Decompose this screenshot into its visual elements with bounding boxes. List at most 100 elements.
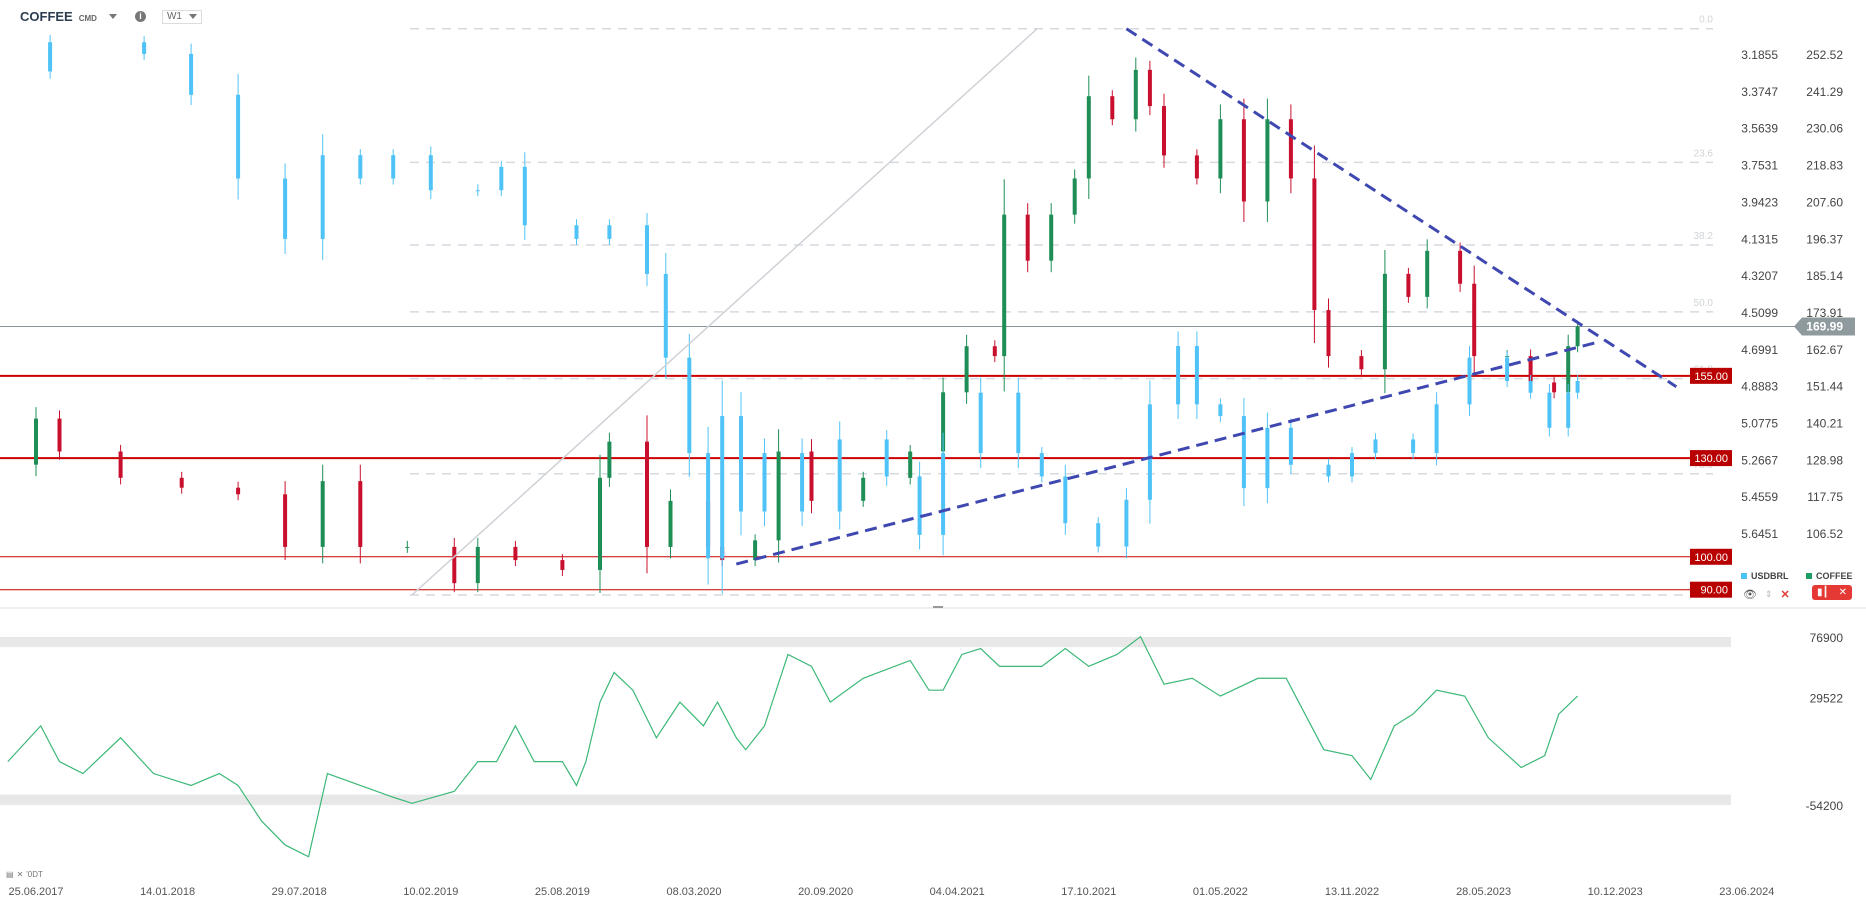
usdbrl-candle — [720, 416, 725, 559]
usdbrl-candle — [1194, 345, 1199, 405]
usdbrl-candle — [48, 42, 53, 72]
usdbrl-candle — [1434, 404, 1439, 454]
coffee-candle — [452, 546, 457, 584]
usdbrl-axis-tick: 5.6451 — [1741, 527, 1778, 541]
usdbrl-candle — [1039, 453, 1044, 477]
coffee-axis-tick: 173.91 — [1806, 306, 1843, 320]
coffee-candle — [1049, 214, 1054, 261]
usdbrl-controls: 👁 ⇕ ✕ — [1743, 588, 1790, 601]
usdbrl-candle — [762, 453, 767, 512]
bottom-toolbar-label: '0DT — [26, 870, 43, 879]
horizontal-line-label: 130.00 — [1694, 453, 1728, 465]
close-icon[interactable]: ✕ — [17, 870, 24, 879]
legend-usdbrl[interactable]: USDBRL — [1741, 571, 1789, 581]
coffee-candle — [560, 560, 565, 570]
date-axis-tick: 28.05.2023 — [1456, 886, 1511, 898]
oscillator-band — [0, 637, 1731, 648]
symbol-class: CMD — [78, 13, 97, 23]
fib-level-label: 23.6 — [1694, 148, 1714, 159]
usdbrl-candle — [142, 42, 147, 54]
coffee-candle — [964, 346, 969, 393]
symbol-name[interactable]: COFFEE — [20, 9, 73, 24]
chevron-down-icon — [188, 14, 197, 19]
coffee-series-controls[interactable]: ▮┃ ✕ — [1812, 585, 1852, 600]
usdbrl-candle — [283, 178, 288, 239]
coffee-candle — [1086, 96, 1091, 179]
usdbrl-candle — [884, 439, 889, 477]
usdbrl-candle — [1528, 381, 1533, 393]
usdbrl-axis-tick: 5.0775 — [1741, 417, 1778, 431]
coffee-candle — [1382, 273, 1387, 370]
coffee-candle — [908, 451, 913, 478]
fib-level-label: 38.2 — [1694, 231, 1714, 242]
pane-resize-handle[interactable] — [933, 606, 943, 608]
coffee-candle — [1218, 119, 1223, 179]
coffee-candle — [1552, 382, 1557, 393]
fib-level-label: 50.0 — [1694, 298, 1714, 309]
usdbrl-candle — [941, 453, 946, 535]
coffee-candle — [861, 477, 866, 501]
candlestick-icon[interactable]: ▮┃ — [1817, 587, 1829, 598]
symbol-dropdown-icon[interactable] — [108, 14, 117, 19]
usdbrl-axis-tick: 5.4559 — [1741, 490, 1778, 504]
oscillator-axis-tick: 29522 — [1810, 692, 1844, 706]
chart-canvas[interactable]: 0.023.638.250.061.878.6100.0155.00130.00… — [0, 0, 1866, 909]
usdbrl-candle — [706, 453, 711, 559]
coffee-candle — [1133, 69, 1138, 120]
usdbrl-candle — [1566, 392, 1571, 428]
close-icon[interactable]: ✕ — [1839, 587, 1847, 598]
usdbrl-candle — [687, 357, 692, 454]
coffee-candle — [1072, 178, 1077, 215]
coffee-axis-tick: 252.52 — [1806, 48, 1843, 62]
usdbrl-axis-tick: 3.7531 — [1741, 159, 1778, 173]
usdbrl-candle — [1063, 476, 1068, 524]
info-icon[interactable]: i — [134, 11, 146, 22]
coffee-axis-tick: 230.06 — [1806, 122, 1843, 136]
usdbrl-candle — [358, 155, 363, 179]
eye-icon[interactable]: 👁 — [1743, 588, 1757, 601]
usdbrl-candle — [1016, 392, 1021, 454]
coffee-axis-tick: 106.52 — [1806, 527, 1843, 541]
coffee-candle — [118, 451, 123, 478]
coffee-axis-tick: 128.98 — [1806, 453, 1843, 467]
coffee-candle — [1575, 326, 1580, 347]
coffee-candle — [236, 487, 241, 495]
coffee-axis-tick: 196.37 — [1806, 232, 1843, 246]
usdbrl-candle — [1124, 499, 1129, 547]
date-axis-tick: 17.10.2021 — [1061, 886, 1116, 898]
coffee-candle — [1425, 250, 1430, 297]
layers-icon[interactable]: ▤ — [6, 870, 14, 879]
coffee-candle — [1241, 119, 1246, 202]
timeframe-value: W1 — [166, 11, 182, 22]
reorder-arrows-icon[interactable]: ⇕ — [1765, 589, 1773, 600]
timeframe-select[interactable]: W1 — [161, 9, 202, 24]
date-axis-tick: 20.09.2020 — [798, 886, 853, 898]
legend-coffee-label: COFFEE — [1816, 571, 1853, 581]
usdbrl-candle — [391, 155, 396, 179]
coffee-candle — [1025, 214, 1030, 261]
date-axis-tick: 23.06.2024 — [1719, 886, 1774, 898]
date-axis-tick: 01.05.2022 — [1193, 886, 1248, 898]
usdbrl-axis-tick: 5.2667 — [1741, 453, 1778, 467]
coffee-candle — [776, 451, 781, 541]
usdbrl-axis-tick: 4.6991 — [1741, 343, 1778, 357]
close-icon[interactable]: ✕ — [1781, 588, 1790, 601]
usdbrl-candle — [1350, 453, 1354, 477]
fib-level-label: 0.0 — [1699, 15, 1713, 26]
coffee-candle — [1359, 356, 1364, 370]
coffee-axis-tick: 185.14 — [1806, 269, 1843, 283]
usdbrl-candle — [1505, 357, 1510, 382]
usdbrl-candle — [320, 155, 325, 239]
coffee-candle — [1265, 119, 1270, 202]
coffee-axis-tick: 218.83 — [1806, 159, 1843, 173]
usdbrl-candle — [428, 155, 433, 191]
usdbrl-axis-tick: 4.1315 — [1741, 232, 1778, 246]
usdbrl-candle — [663, 273, 668, 358]
coffee-candle — [405, 546, 410, 548]
coffee-candle — [1326, 310, 1331, 357]
coffee-axis-tick: 241.29 — [1806, 85, 1843, 99]
legend-coffee[interactable]: COFFEE — [1806, 571, 1853, 581]
usdbrl-candle — [1147, 404, 1152, 500]
coffee-candle — [1002, 214, 1007, 357]
trendline-downtrend[interactable] — [1125, 27, 1678, 388]
